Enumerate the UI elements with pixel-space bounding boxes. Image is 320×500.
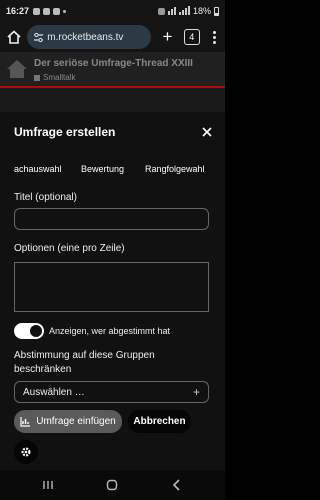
modal-title: Umfrage erstellen: [14, 125, 116, 139]
group-select[interactable]: Auswählen … +: [14, 381, 209, 403]
nav-home-icon: [106, 479, 118, 491]
options-label: Optionen (eine pro Zeile): [14, 243, 125, 254]
status-bar: 16:27 18%: [0, 0, 225, 22]
cancel-button[interactable]: Abbrechen: [128, 410, 191, 433]
nav-home-button[interactable]: [102, 476, 122, 494]
group-restriction-label: Abstimmung auf diese Gruppen beschränken: [14, 350, 155, 375]
recent-apps-button[interactable]: [38, 476, 58, 494]
thread-title[interactable]: Der seriöse Umfrage-Thread XXIII: [34, 58, 193, 69]
status-time: 16:27: [6, 6, 30, 16]
recent-apps-icon: [43, 481, 53, 489]
tab-multiple-choice[interactable]: achauswahl: [14, 164, 62, 174]
battery-icon: [214, 6, 219, 16]
plus-icon: +: [162, 27, 173, 46]
notification-icons: [33, 7, 67, 15]
tune-icon[interactable]: [33, 32, 44, 43]
mute-icon: [157, 7, 165, 15]
url-text: m.rocketbeans.tv: [47, 31, 124, 43]
show-voters-toggle[interactable]: [14, 323, 44, 339]
show-voters-label: Anzeigen, wer abgestimmt hat: [49, 326, 171, 336]
create-poll-modal: Umfrage erstellen achauswahl Bewertung R…: [0, 112, 225, 470]
more-vert-icon[interactable]: [208, 30, 221, 44]
poll-title-input[interactable]: [14, 208, 209, 230]
title-label: Titel (optional): [14, 192, 77, 203]
gear-icon: [21, 447, 31, 457]
browser-home-button[interactable]: [4, 27, 23, 47]
app-notification-icon: [33, 7, 41, 15]
new-tab-button[interactable]: +: [157, 26, 178, 48]
home-icon[interactable]: [6, 59, 28, 79]
category-color-icon: [34, 74, 40, 81]
back-icon: [172, 479, 180, 491]
modal-backdrop[interactable]: [0, 88, 225, 112]
back-button[interactable]: [167, 476, 187, 494]
android-nav-bar: [0, 470, 225, 500]
plus-icon: +: [192, 385, 200, 399]
insert-poll-button[interactable]: Umfrage einfügen: [14, 410, 122, 433]
app-notification-icon: [43, 7, 51, 15]
category-name: Smalltalk: [43, 73, 76, 82]
category-badge[interactable]: Smalltalk: [34, 73, 75, 82]
close-button[interactable]: [199, 124, 215, 140]
poll-settings-button[interactable]: [14, 440, 38, 464]
app-notification-icon: [53, 7, 61, 15]
chart-icon: [20, 417, 31, 427]
more-notifications-icon: [63, 9, 67, 13]
page-header: Der seriöse Umfrage-Thread XXIII Smallta…: [0, 52, 225, 88]
system-icons: 18%: [157, 6, 219, 16]
tab-switcher-button[interactable]: 4: [184, 29, 200, 45]
signal-icon: [178, 6, 190, 15]
poll-options-textarea[interactable]: [14, 262, 209, 312]
tab-count: 4: [189, 32, 195, 42]
cancel-label: Abbrechen: [133, 416, 186, 427]
url-bar[interactable]: m.rocketbeans.tv: [27, 25, 151, 49]
battery-percent: 18%: [192, 6, 211, 16]
wifi-icon: [167, 7, 176, 15]
browser-toolbar: m.rocketbeans.tv + 4: [0, 22, 225, 52]
poll-type-tabs: achauswahl Bewertung Rangfolgewahl: [0, 164, 225, 178]
close-icon: [202, 127, 212, 137]
home-icon: [7, 30, 21, 44]
tab-rating[interactable]: Bewertung: [81, 164, 124, 174]
group-select-placeholder: Auswählen …: [23, 386, 85, 398]
tab-ranked-choice[interactable]: Rangfolgewahl: [145, 164, 205, 174]
insert-poll-label: Umfrage einfügen: [36, 416, 116, 427]
